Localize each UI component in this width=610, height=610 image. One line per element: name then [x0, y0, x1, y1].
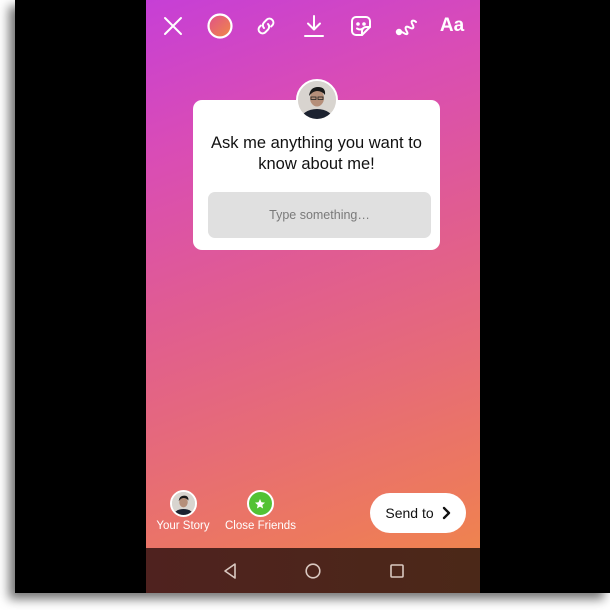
profile-photo-icon	[298, 81, 336, 119]
link-icon	[257, 17, 275, 35]
your-story-label: Your Story	[156, 520, 210, 532]
download-icon	[304, 15, 324, 37]
question-sticker[interactable]: Ask me anything you want to know about m…	[193, 100, 440, 250]
story-editor-screen: Aa Ask me anything you want to know abou…	[146, 0, 480, 593]
question-sticker-avatar	[296, 79, 338, 121]
sticker-button[interactable]	[345, 10, 377, 42]
close-icon	[164, 17, 182, 35]
story-toolbar: Aa	[146, 10, 480, 42]
nav-home-button[interactable]	[302, 560, 324, 582]
download-button[interactable]	[298, 10, 330, 42]
close-friends-label: Close Friends	[225, 520, 296, 532]
close-button[interactable]	[157, 10, 189, 42]
your-story-avatar	[169, 490, 197, 517]
android-navigation-bar	[146, 548, 480, 593]
share-close-friends[interactable]: Close Friends	[225, 490, 296, 532]
color-picker-button[interactable]	[204, 10, 236, 42]
sticker-icon	[351, 16, 371, 36]
profile-photo-icon	[171, 492, 195, 515]
color-circle-icon	[207, 13, 233, 39]
draw-button[interactable]	[390, 10, 422, 42]
text-icon: Aa	[439, 15, 465, 36]
recents-square-icon	[390, 564, 404, 578]
close-friends-badge	[246, 490, 274, 517]
send-to-button[interactable]: Send to	[370, 493, 466, 533]
send-to-label: Send to	[385, 505, 434, 521]
squiggle-draw-icon	[395, 19, 417, 36]
home-circle-icon	[305, 563, 321, 579]
question-prompt: Ask me anything you want to know about m…	[211, 134, 422, 173]
star-icon	[255, 498, 265, 508]
chevron-right-icon	[442, 506, 450, 520]
text-tool-button[interactable]: Aa	[436, 10, 468, 42]
question-answer-input[interactable]	[208, 192, 431, 238]
nav-back-button[interactable]	[219, 560, 241, 582]
nav-recents-button[interactable]	[386, 560, 408, 582]
link-button[interactable]	[250, 10, 282, 42]
share-your-story[interactable]: Your Story	[156, 490, 210, 532]
back-triangle-icon	[224, 563, 236, 579]
